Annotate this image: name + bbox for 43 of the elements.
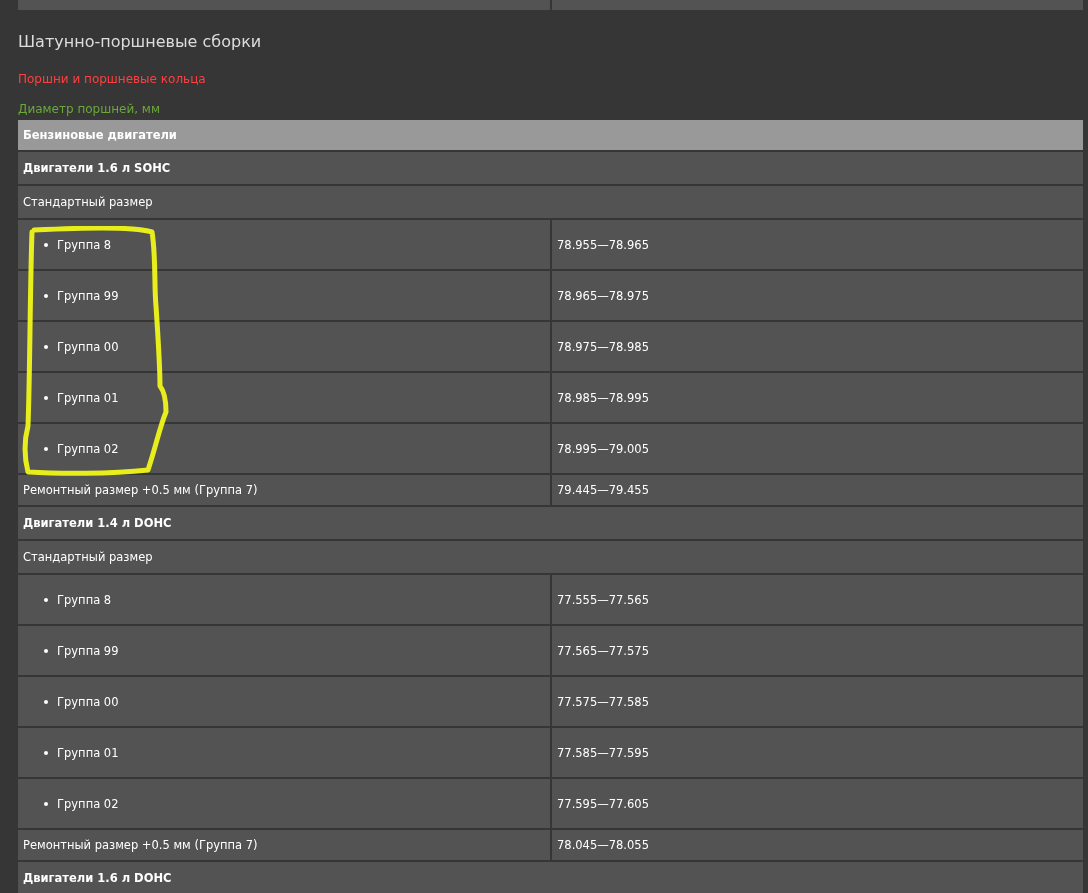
diameter-cell: 78.975—78.985 (552, 322, 1083, 371)
diameter-cell: 77.575—77.585 (552, 677, 1083, 726)
diameter-cell: 77.595—77.605 (552, 779, 1083, 828)
group-label: Группа 00 (57, 339, 119, 354)
group-label: Группа 99 (57, 288, 119, 303)
bullet-icon (44, 699, 48, 704)
bullet-icon (44, 648, 48, 653)
engine-group-cell: Двигатели 1.6 л SOHC (18, 152, 1083, 184)
group-label: Группа 02 (57, 796, 119, 811)
diameter-cell: 78.955—78.965 (552, 220, 1083, 269)
bullet-icon (44, 801, 48, 806)
bullet-icon (44, 242, 48, 247)
table-caption: Диаметр поршней, мм (18, 102, 161, 118)
group-label: Группа 99 (57, 643, 119, 658)
diameter-cell: 78.045—78.055 (552, 830, 1083, 860)
bullet-icon (44, 446, 48, 451)
repair-size-cell: Ремонтный размер +0.5 мм (Группа 7) (18, 475, 550, 505)
section-title: Шатунно-поршневые сборки (18, 31, 263, 53)
group-label: Группа 00 (57, 694, 119, 709)
diameter-cell: 77.585—77.595 (552, 728, 1083, 777)
engine-group-cell: Двигатели 1.6 л DOHC (18, 862, 1083, 893)
subsection-title: Поршни и поршневые кольца (18, 72, 207, 88)
size-category-cell: Стандартный размер (18, 541, 1083, 573)
diameter-cell: 78.965—78.975 (552, 271, 1083, 320)
group-label: Группа 8 (57, 592, 112, 607)
diameter-cell: 77.555—77.565 (552, 575, 1083, 624)
group-label: Группа 02 (57, 441, 119, 456)
table-header-cell: Бензиновые двигатели (18, 120, 1083, 150)
diameter-cell: 77.565—77.575 (552, 626, 1083, 675)
group-label: Группа 8 (57, 237, 112, 252)
diameter-cell: 79.445—79.455 (552, 475, 1083, 505)
diameter-cell: 78.995—79.005 (552, 424, 1083, 473)
size-category-cell: Стандартный размер (18, 186, 1083, 218)
bullet-icon (44, 293, 48, 298)
repair-size-cell: Ремонтный размер +0.5 мм (Группа 7) (18, 830, 550, 860)
bullet-icon (44, 344, 48, 349)
group-label: Группа 01 (57, 390, 119, 405)
group-label: Группа 01 (57, 745, 119, 760)
bullet-icon (44, 395, 48, 400)
bullet-icon (44, 597, 48, 602)
engine-group-cell: Двигатели 1.4 л DOHC (18, 507, 1083, 539)
diameter-cell: 78.985—78.995 (552, 373, 1083, 422)
bullet-icon (44, 750, 48, 755)
